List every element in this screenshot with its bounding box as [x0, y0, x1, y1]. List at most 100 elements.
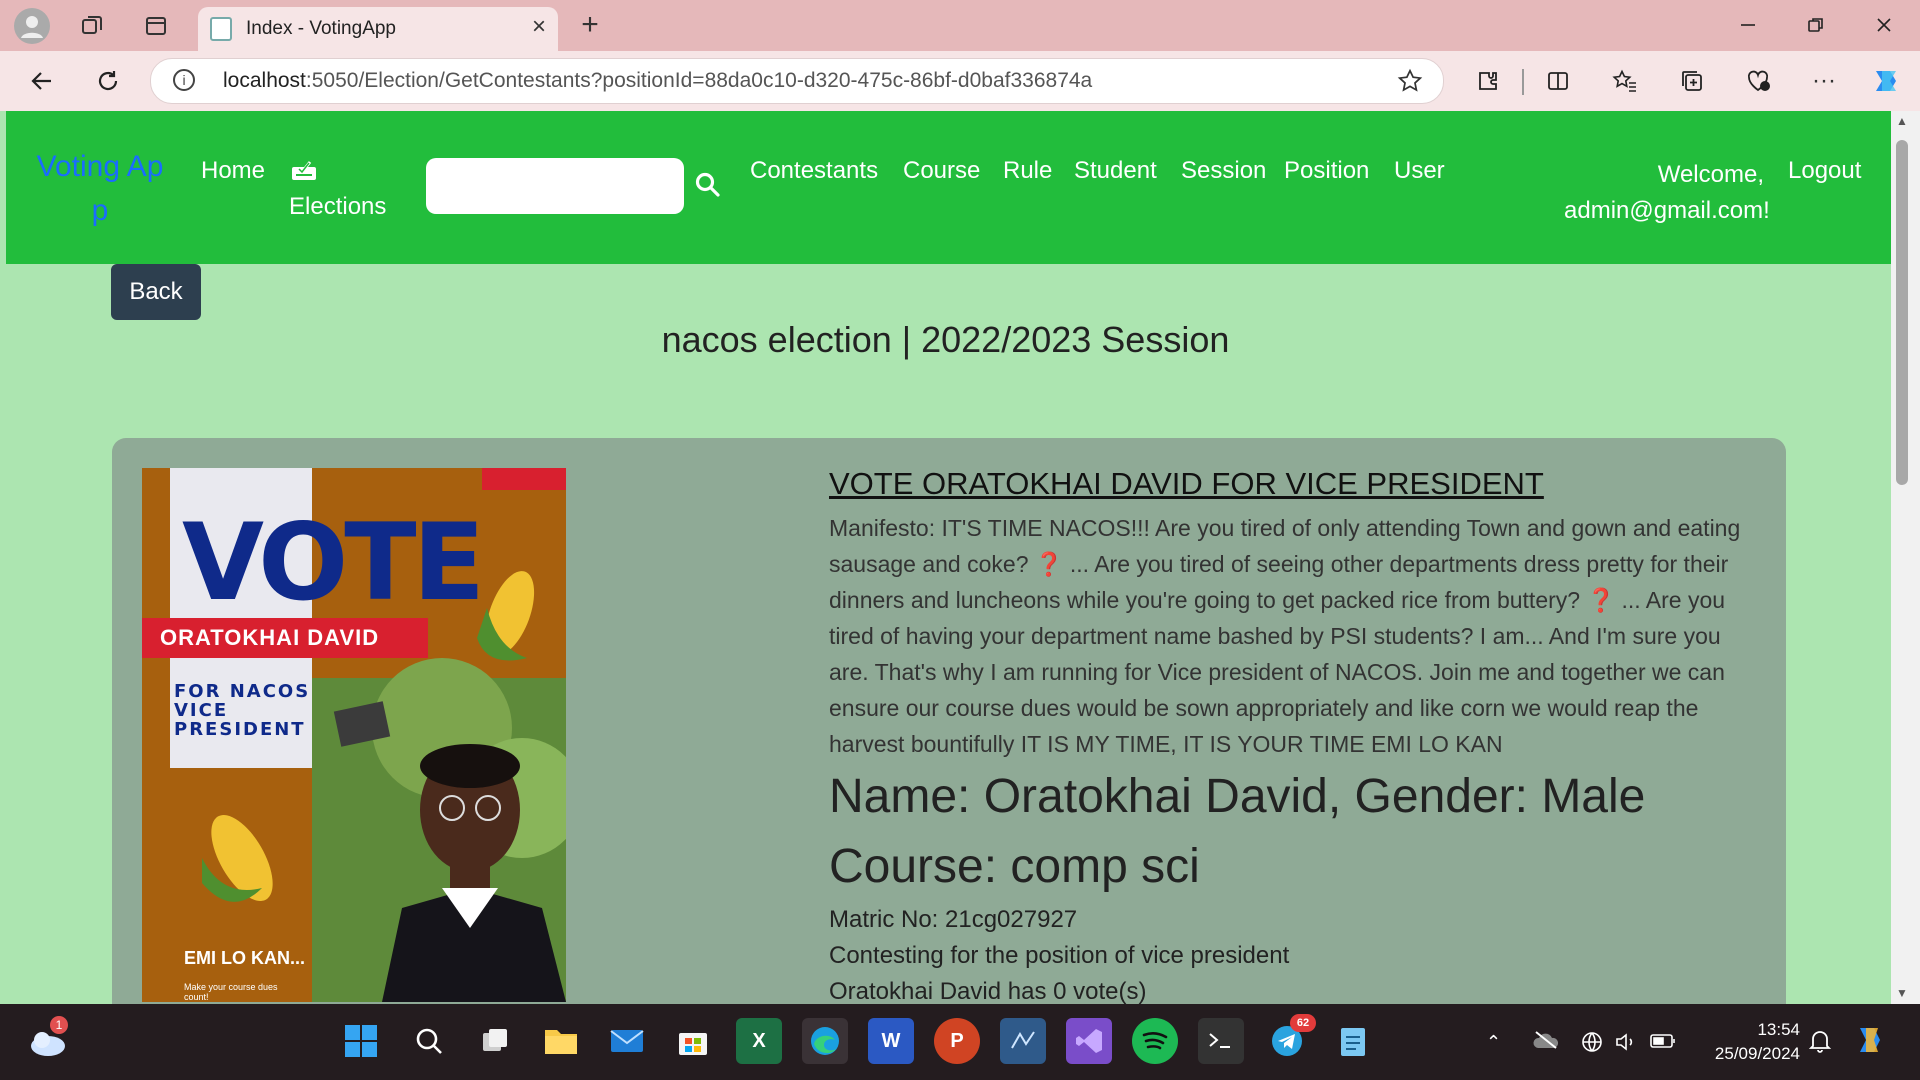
workspaces-icon[interactable]	[76, 10, 108, 42]
new-tab-icon[interactable]: +	[574, 8, 606, 42]
battery-icon[interactable]	[1650, 1032, 1676, 1055]
spotify-icon[interactable]	[1132, 1018, 1178, 1064]
weather-badge: 1	[50, 1016, 68, 1034]
toolbar-divider	[1522, 69, 1524, 95]
profile-avatar-icon[interactable]	[14, 8, 50, 44]
search-icon[interactable]	[694, 171, 722, 204]
edge-icon[interactable]	[802, 1018, 848, 1064]
poster-subtitle-line-1: FOR NACOS	[174, 681, 311, 702]
nav-elections[interactable]: Elections	[289, 193, 386, 221]
notifications-bell-icon[interactable]	[1808, 1028, 1832, 1059]
url-text[interactable]: localhost:5050/Election/GetContestants?p…	[223, 69, 1092, 93]
navbar: Voting Ap p Home Elections Contestants C…	[6, 111, 1891, 264]
search-input[interactable]	[426, 158, 684, 214]
ballot-box-icon	[290, 156, 318, 187]
minimize-icon[interactable]	[1732, 8, 1764, 42]
page-viewport: Voting Ap p Home Elections Contestants C…	[0, 111, 1891, 1004]
close-tab-icon[interactable]: ×	[532, 13, 546, 41]
task-view-icon[interactable]	[472, 1018, 518, 1064]
favorites-icon[interactable]	[1607, 63, 1643, 99]
welcome-text: Welcome, admin@gmail.com!	[1564, 157, 1770, 229]
page-favicon-icon	[210, 17, 232, 41]
contestant-card: VOTE ORATOKHAI DAVID FOR NACOS VICE PRES…	[112, 438, 1786, 1004]
contestant-votes: Oratokhai David has 0 vote(s)	[829, 978, 1147, 1004]
scroll-up-icon[interactable]: ▲	[1896, 114, 1908, 128]
volume-icon[interactable]	[1614, 1030, 1638, 1059]
terminal-icon[interactable]	[1198, 1018, 1244, 1064]
file-explorer-icon[interactable]	[538, 1018, 584, 1064]
copilot-taskbar-icon[interactable]	[1852, 1022, 1888, 1063]
contestant-headline[interactable]: VOTE ORATOKHAI DAVID FOR VICE PRESIDENT	[829, 466, 1759, 502]
copilot-icon[interactable]	[1868, 63, 1904, 99]
refresh-icon[interactable]	[90, 63, 126, 99]
mail-icon[interactable]	[604, 1018, 650, 1064]
restore-icon[interactable]	[1800, 8, 1832, 42]
favorite-star-icon[interactable]	[1397, 68, 1423, 99]
visual-studio-icon[interactable]	[1066, 1018, 1112, 1064]
windows-taskbar: 1 X W P 62 ⌃ 13:54 25/09/2024	[0, 1004, 1920, 1080]
extensions-icon[interactable]	[1470, 63, 1506, 99]
nav-user[interactable]: User	[1394, 157, 1445, 185]
telegram-icon[interactable]: 62	[1264, 1014, 1316, 1064]
poster-name: ORATOKHAI DAVID	[160, 625, 380, 650]
welcome-line-1: Welcome,	[1657, 161, 1764, 188]
url-path: :5050/Election/GetContestants?positionId…	[305, 69, 1093, 92]
brand-line-1: Voting Ap	[36, 150, 164, 183]
poster-vote-text: VOTE	[182, 501, 485, 624]
start-menu-icon[interactable]	[338, 1018, 384, 1064]
microsoft-store-icon[interactable]	[670, 1018, 716, 1064]
nav-course[interactable]: Course	[903, 157, 980, 185]
poster-subtitle: FOR NACOS VICE PRESIDENT	[174, 682, 310, 739]
nav-student[interactable]: Student	[1074, 157, 1157, 185]
tab-actions-icon[interactable]	[140, 10, 172, 42]
notepad-icon[interactable]	[1330, 1018, 1376, 1064]
brand-line-2: p	[91, 194, 109, 227]
back-arrow-icon[interactable]	[24, 63, 60, 99]
contestant-course: Course: comp sci	[829, 840, 1200, 893]
address-bar[interactable]: i localhost:5050/Election/GetContestants…	[150, 58, 1444, 104]
contestant-position: Contesting for the position of vice pres…	[829, 942, 1290, 969]
logout-link[interactable]: Logout	[1788, 157, 1861, 185]
tab-title: Index - VotingApp	[246, 18, 396, 39]
weather-widget-icon[interactable]: 1	[28, 1016, 68, 1056]
welcome-email: admin@gmail.com!	[1564, 197, 1770, 224]
clock-date: 25/09/2024	[1714, 1044, 1800, 1063]
sql-server-icon[interactable]	[1000, 1018, 1046, 1064]
browser-essentials-icon[interactable]	[1741, 63, 1777, 99]
word-icon[interactable]: W	[868, 1018, 914, 1064]
system-clock[interactable]: 13:54 25/09/2024	[1700, 1018, 1800, 1066]
brand-link[interactable]: Voting Ap p	[30, 145, 170, 233]
network-globe-icon[interactable]	[1580, 1030, 1604, 1059]
close-window-icon[interactable]	[1868, 8, 1900, 42]
campaign-poster-image: VOTE ORATOKHAI DAVID FOR NACOS VICE PRES…	[142, 468, 566, 1002]
scroll-down-icon[interactable]: ▼	[1896, 986, 1908, 1000]
site-info-icon[interactable]: i	[173, 69, 195, 91]
clock-time: 13:54	[1757, 1020, 1800, 1039]
poster-small-text: Make your course dues count!	[184, 982, 278, 1002]
more-options-icon[interactable]: ···	[1806, 63, 1842, 99]
browser-tab-bar: Index - VotingApp × +	[0, 0, 1920, 51]
poster-subtitle-line-2: VICE	[174, 700, 229, 721]
back-button[interactable]: Back	[111, 264, 201, 320]
collections-icon[interactable]	[1674, 63, 1710, 99]
split-screen-icon[interactable]	[1540, 63, 1576, 99]
search-taskbar-icon[interactable]	[406, 1018, 452, 1064]
poster-subtitle-line-3: PRESIDENT	[174, 719, 306, 740]
nav-position[interactable]: Position	[1284, 157, 1369, 185]
contestant-name-gender: Name: Oratokhai David, Gender: Male	[829, 770, 1646, 823]
powerpoint-icon[interactable]: P	[934, 1018, 980, 1064]
nav-rule[interactable]: Rule	[1003, 157, 1052, 185]
onedrive-icon[interactable]	[1532, 1030, 1560, 1055]
contestant-matric: Matric No: 21cg027927	[829, 906, 1078, 933]
manifesto-text: Manifesto: IT'S TIME NACOS!!! Are you ti…	[829, 515, 1741, 757]
nav-session[interactable]: Session	[1181, 157, 1266, 185]
show-hidden-icons-chevron-icon[interactable]: ⌃	[1486, 1032, 1501, 1053]
telegram-badge: 62	[1290, 1014, 1316, 1032]
active-tab[interactable]: Index - VotingApp ×	[198, 7, 558, 51]
browser-toolbar: i localhost:5050/Election/GetContestants…	[0, 51, 1920, 111]
excel-icon[interactable]: X	[736, 1018, 782, 1064]
scrollbar-thumb[interactable]	[1896, 140, 1908, 485]
nav-home[interactable]: Home	[201, 157, 265, 185]
nav-contestants[interactable]: Contestants	[750, 157, 878, 185]
url-host: localhost	[223, 69, 306, 92]
